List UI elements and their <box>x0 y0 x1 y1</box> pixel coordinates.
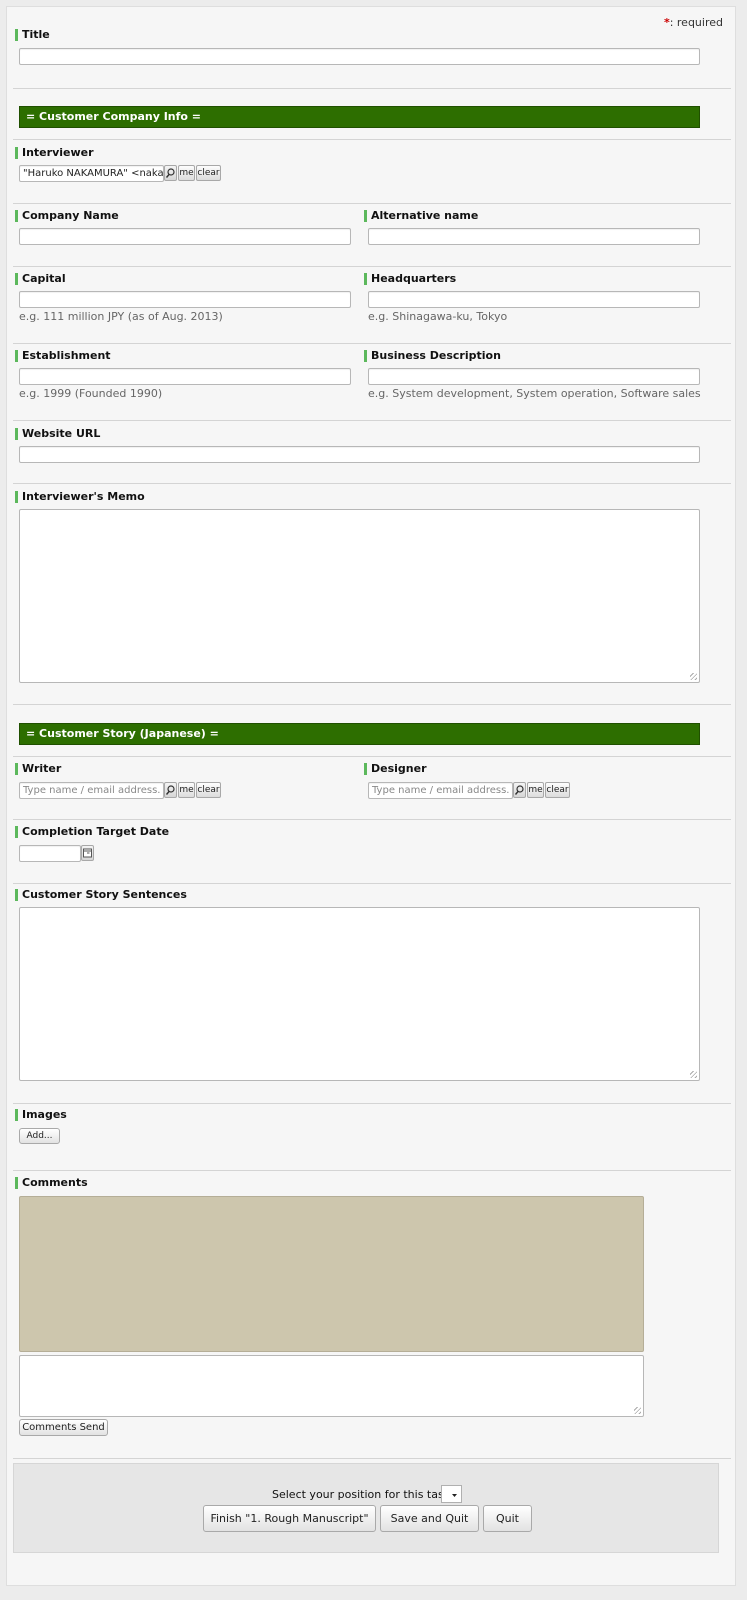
resize-grip-icon[interactable] <box>634 1407 641 1414</box>
interviewer-me-button[interactable]: me <box>178 165 195 181</box>
business-description-input[interactable] <box>368 368 700 385</box>
writer-input[interactable]: Type name / email address. <box>19 782 164 799</box>
company-name-input[interactable] <box>19 228 351 245</box>
story-sentences-label: Customer Story Sentences <box>15 889 187 901</box>
divider <box>13 819 731 820</box>
interviewer-clear-button[interactable]: clear <box>196 165 221 181</box>
website-url-label: Website URL <box>15 428 100 440</box>
divider <box>13 203 731 204</box>
designer-input[interactable]: Type name / email address. <box>368 782 513 799</box>
calendar-button[interactable] <box>81 845 94 861</box>
completion-date-input[interactable] <box>19 845 81 862</box>
title-label: Title <box>15 29 50 41</box>
divider <box>13 266 731 267</box>
alternative-name-label: Alternative name <box>364 210 478 222</box>
headquarters-hint: e.g. Shinagawa-ku, Tokyo <box>368 310 508 323</box>
designer-clear-button[interactable]: clear <box>545 782 570 798</box>
search-icon <box>165 168 175 178</box>
quit-button[interactable]: Quit <box>483 1505 532 1532</box>
alternative-name-input[interactable] <box>368 228 700 245</box>
title-input[interactable] <box>19 48 700 65</box>
divider <box>13 139 731 140</box>
calendar-icon <box>83 848 92 858</box>
designer-me-button[interactable]: me <box>527 782 544 798</box>
divider <box>13 1103 731 1104</box>
finish-button[interactable]: Finish "1. Rough Manuscript" <box>203 1505 376 1532</box>
establishment-input[interactable] <box>19 368 351 385</box>
completion-date-label: Completion Target Date <box>15 826 169 838</box>
business-description-hint: e.g. System development, System operatio… <box>368 387 701 400</box>
add-image-button[interactable]: Add... <box>19 1128 60 1144</box>
comments-label: Comments <box>15 1177 88 1189</box>
chevron-down-icon <box>452 1494 457 1497</box>
writer-clear-button[interactable]: clear <box>196 782 221 798</box>
divider <box>13 1170 731 1171</box>
writer-me-button[interactable]: me <box>178 782 195 798</box>
divider <box>13 883 731 884</box>
divider <box>13 704 731 705</box>
divider <box>13 343 731 344</box>
business-description-label: Business Description <box>364 350 501 362</box>
memo-textarea[interactable] <box>19 509 700 683</box>
divider <box>13 756 731 757</box>
comments-send-button[interactable]: Comments Send <box>19 1419 108 1436</box>
capital-label: Capital <box>15 273 66 285</box>
interviewer-search-button[interactable] <box>164 165 177 181</box>
search-icon <box>514 785 524 795</box>
story-sentences-textarea[interactable] <box>19 907 700 1081</box>
website-url-input[interactable] <box>19 446 700 463</box>
divider <box>13 88 731 89</box>
writer-label: Writer <box>15 763 61 775</box>
divider <box>13 1458 731 1459</box>
establishment-hint: e.g. 1999 (Founded 1990) <box>19 387 163 400</box>
designer-label: Designer <box>364 763 427 775</box>
resize-grip-icon[interactable] <box>690 673 697 680</box>
headquarters-input[interactable] <box>368 291 700 308</box>
divider <box>13 420 731 421</box>
images-label: Images <box>15 1109 67 1121</box>
interviewer-input[interactable]: "Haruko NAKAMURA" <nakamur <box>19 165 164 182</box>
designer-search-button[interactable] <box>513 782 526 798</box>
comments-log <box>19 1196 644 1352</box>
position-label: Select your position for this task* <box>272 1488 456 1501</box>
section-header-company: = Customer Company Info = <box>19 106 700 128</box>
capital-input[interactable] <box>19 291 351 308</box>
resize-grip-icon[interactable] <box>690 1071 697 1078</box>
position-select[interactable] <box>441 1485 462 1503</box>
comment-textarea[interactable] <box>19 1355 644 1417</box>
form-page: *: required Title = Customer Company Inf… <box>6 6 736 1586</box>
establishment-label: Establishment <box>15 350 111 362</box>
save-and-quit-button[interactable]: Save and Quit <box>380 1505 479 1532</box>
company-name-label: Company Name <box>15 210 119 222</box>
interviewer-label: Interviewer <box>15 147 94 159</box>
memo-label: Interviewer's Memo <box>15 491 145 503</box>
divider <box>13 483 731 484</box>
required-note: *: required <box>663 16 723 29</box>
search-icon <box>165 785 175 795</box>
headquarters-label: Headquarters <box>364 273 456 285</box>
capital-hint: e.g. 111 million JPY (as of Aug. 2013) <box>19 310 223 323</box>
writer-search-button[interactable] <box>164 782 177 798</box>
section-header-story: = Customer Story (Japanese) = <box>19 723 700 745</box>
